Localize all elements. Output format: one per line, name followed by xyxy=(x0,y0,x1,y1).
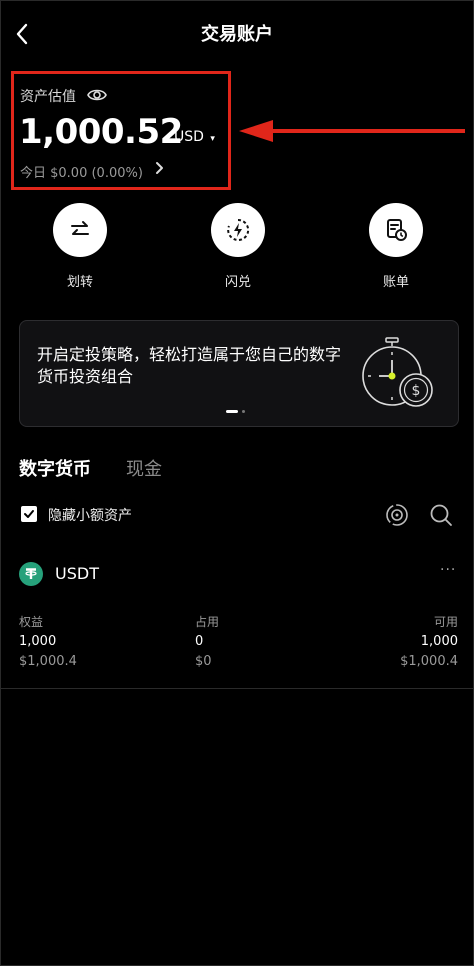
equity-label: 权益 xyxy=(19,615,44,629)
occupied-label: 占用 xyxy=(195,615,220,629)
carousel-dot xyxy=(242,410,245,413)
search-icon[interactable] xyxy=(429,503,453,531)
hide-small-assets-label: 隐藏小额资产 xyxy=(48,508,132,524)
flash-exchange-button[interactable] xyxy=(211,203,265,257)
equity-usd: $1,000.4 xyxy=(19,654,77,669)
available-usd: $1,000.4 xyxy=(400,654,458,669)
equity-value: 1,000 xyxy=(19,634,57,649)
eye-icon[interactable] xyxy=(86,86,108,108)
occupied-value: 0 xyxy=(195,634,204,649)
caret-down-icon: ▾ xyxy=(210,134,215,144)
available-label: 可用 xyxy=(433,615,458,629)
divider xyxy=(0,688,474,689)
svg-text:$: $ xyxy=(412,383,421,399)
bill-button[interactable] xyxy=(369,203,423,257)
dust-convert-icon[interactable] xyxy=(385,503,409,531)
available-value: 1,000 xyxy=(420,634,458,649)
occupied-usd: $0 xyxy=(195,654,212,669)
asset-name[interactable]: USDT xyxy=(55,564,99,583)
page-title: 交易账户 xyxy=(201,24,273,45)
transfer-button[interactable] xyxy=(53,203,107,257)
stopwatch-coin-icon: $ xyxy=(357,336,439,418)
red-arrow-icon xyxy=(235,118,467,148)
asset-valuation-label: 资产估值 xyxy=(20,89,76,105)
tab-crypto[interactable]: 数字货币 xyxy=(19,455,91,481)
tab-cash[interactable]: 现金 xyxy=(126,455,162,481)
transfer-label: 划转 xyxy=(66,275,93,290)
flash-exchange-label: 闪兑 xyxy=(224,275,251,290)
tether-icon xyxy=(19,562,43,586)
today-pnl: 今日 $0.00 (0.00%) xyxy=(20,166,143,181)
swap-arrows-icon xyxy=(71,221,89,235)
bill-label: 账单 xyxy=(382,275,409,290)
flash-exchange-icon xyxy=(227,218,250,241)
hide-small-assets-checkbox[interactable] xyxy=(21,506,37,522)
currency-selector[interactable]: USD ▾ xyxy=(174,129,215,145)
currency-label: USD xyxy=(174,129,204,145)
banner-text: 开启定投策略，轻松打造属于您自己的数字货币投资组合 xyxy=(37,345,342,386)
chevron-right-icon[interactable] xyxy=(154,161,164,179)
more-options-icon[interactable]: ··· xyxy=(440,562,456,578)
carousel-dot-active xyxy=(226,410,238,413)
total-balance: 1,000.52 xyxy=(19,112,183,152)
bill-icon xyxy=(387,219,407,241)
check-icon xyxy=(24,510,34,518)
